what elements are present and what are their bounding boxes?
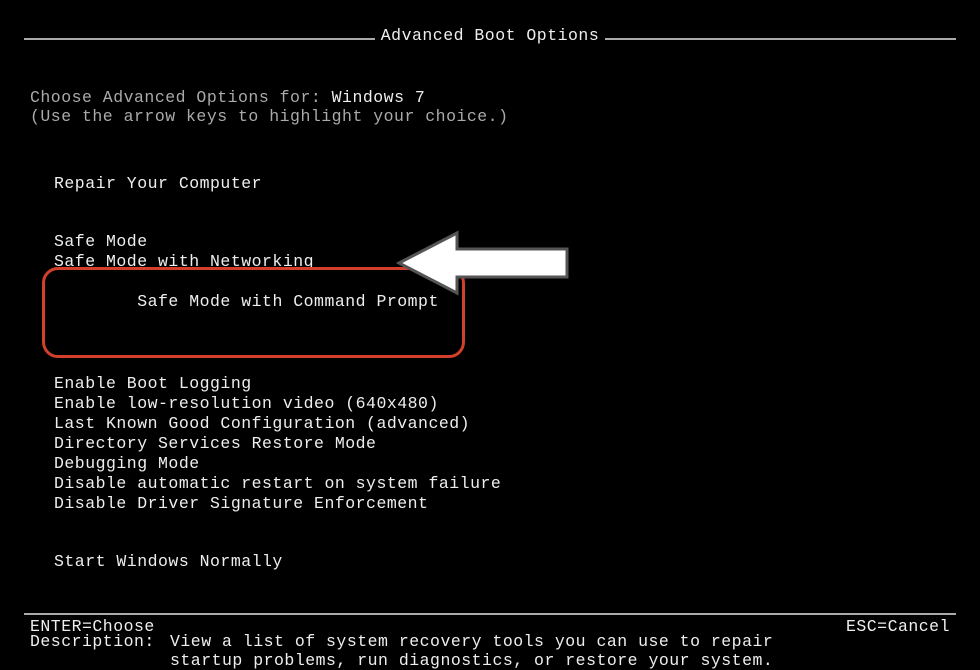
footer-enter-hint: ENTER=Choose: [30, 617, 155, 636]
menu-item-low-res-video[interactable]: Enable low-resolution video (640x480): [54, 394, 950, 414]
screen-title: Advanced Boot Options: [375, 26, 605, 45]
intro-line-2: (Use the arrow keys to highlight your ch…: [30, 107, 950, 126]
os-name: Windows 7: [332, 88, 426, 107]
menu-item-safe-mode-networking[interactable]: Safe Mode with Networking: [54, 252, 950, 272]
menu-item-disable-auto-restart[interactable]: Disable automatic restart on system fail…: [54, 474, 950, 494]
highlight-ring: [42, 267, 465, 358]
menu-item-safe-mode-command-prompt[interactable]: Safe Mode with Command Prompt: [54, 272, 439, 352]
screen-title-bar: Advanced Boot Options: [24, 26, 956, 46]
menu-item-safe-mode[interactable]: Safe Mode: [54, 232, 950, 252]
menu-item-debugging-mode[interactable]: Debugging Mode: [54, 454, 950, 474]
menu-item-enable-boot-logging[interactable]: Enable Boot Logging: [54, 374, 950, 394]
intro-line-1: Choose Advanced Options for: Windows 7: [30, 88, 950, 107]
menu-item-disable-driver-sig[interactable]: Disable Driver Signature Enforcement: [54, 494, 950, 514]
description-text: View a list of system recovery tools you…: [170, 632, 950, 670]
menu-item-repair-your-computer[interactable]: Repair Your Computer: [54, 174, 950, 194]
footer-esc-hint: ESC=Cancel: [846, 617, 950, 636]
description-label: Description:: [30, 632, 170, 670]
menu-item-last-known-good[interactable]: Last Known Good Configuration (advanced): [54, 414, 950, 434]
menu-item-ds-restore-mode[interactable]: Directory Services Restore Mode: [54, 434, 950, 454]
description-block: Description: View a list of system recov…: [30, 632, 950, 670]
menu-item-start-windows-normally[interactable]: Start Windows Normally: [54, 552, 950, 572]
